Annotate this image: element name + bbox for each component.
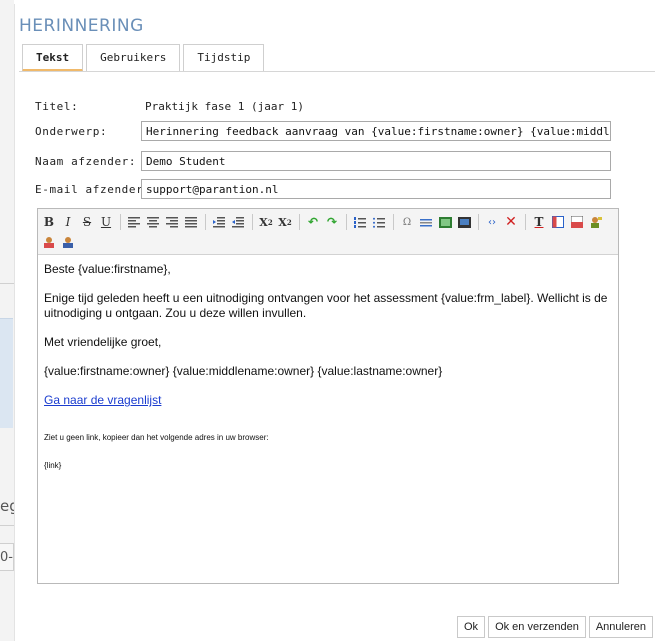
editor-content[interactable]: Beste {value:firstname}, Enige tijd gele… — [38, 256, 618, 583]
fallback-text: Ziet u geen link, kopieer dan het volgen… — [44, 433, 269, 442]
italic-icon[interactable]: I — [60, 214, 76, 230]
insert-person-icon[interactable] — [60, 234, 76, 250]
rich-text-editor: B I S U X2 X2 ↶ ↷ Ω ‹› ✕ T Beste {value:… — [37, 208, 619, 584]
outdent-icon[interactable] — [211, 214, 227, 230]
toolbar-separator — [120, 214, 121, 230]
insert-user-icon[interactable] — [588, 214, 604, 230]
tab-gebruikers[interactable]: Gebruikers — [86, 44, 181, 72]
onderwerp-row: Onderwerp: Herinnering feedback aanvraag… — [35, 121, 635, 143]
onderwerp-label: Onderwerp: — [35, 125, 108, 138]
superscript-icon[interactable]: X2 — [277, 214, 293, 230]
naam-afzender-label: Naam afzender: — [35, 155, 137, 168]
toolbar-separator — [478, 214, 479, 230]
bullet-list-icon[interactable] — [371, 214, 387, 230]
greeting-text: Beste {value:firstname}, — [44, 262, 171, 276]
strikethrough-icon[interactable]: S — [79, 214, 95, 230]
link-placeholder: {link} — [44, 461, 62, 470]
dialog-footer: Ok Ok en verzenden Annuleren — [454, 616, 653, 638]
image-icon[interactable] — [437, 214, 453, 230]
naam-afzender-row: Naam afzender: Demo Student — [35, 151, 635, 173]
media-icon[interactable] — [456, 214, 472, 230]
onderwerp-input[interactable]: Herinnering feedback aanvraag van {value… — [141, 121, 611, 141]
dialog-title: HERINNERING — [19, 16, 144, 36]
tab-divider — [19, 71, 655, 72]
indent-icon[interactable] — [230, 214, 246, 230]
tab-tijdstip[interactable]: Tijdstip — [183, 44, 265, 72]
background-button-text: 0- — [0, 550, 13, 565]
align-center-icon[interactable] — [145, 214, 161, 230]
underline-icon[interactable]: U — [98, 214, 114, 230]
closing-text: Met vriendelijke groet, — [44, 335, 162, 349]
special-char-icon[interactable]: Ω — [399, 214, 415, 230]
subscript-icon[interactable]: X2 — [258, 214, 274, 230]
align-left-icon[interactable] — [126, 214, 142, 230]
signature-text: {value:firstname:owner} {value:middlenam… — [44, 364, 443, 378]
undo-icon[interactable]: ↶ — [305, 214, 321, 230]
reminder-dialog: HERINNERING Tekst Gebruikers Tijdstip Ti… — [14, 4, 656, 641]
background-button-fragment: 0- — [0, 543, 14, 571]
email-afzender-input[interactable]: support@parantion.nl — [141, 179, 611, 199]
email-afzender-label: E-mail afzender: — [35, 183, 151, 196]
toolbar-separator — [525, 214, 526, 230]
background-divider — [0, 283, 14, 284]
questionnaire-link[interactable]: Ga naar de vragenlijst — [44, 393, 161, 407]
tab-tekst[interactable]: Tekst — [22, 44, 84, 72]
align-justify-icon[interactable] — [183, 214, 199, 230]
table-icon[interactable] — [550, 214, 566, 230]
titel-row: Titel: Praktijk fase 1 (jaar 1) — [35, 96, 635, 118]
toolbar-separator — [346, 214, 347, 230]
cancel-button[interactable]: Annuleren — [588, 616, 653, 638]
body-text: Enige tijd geleden heeft u een uitnodigi… — [44, 291, 608, 320]
background-divider — [0, 525, 14, 526]
source-code-icon[interactable]: ‹› — [484, 214, 500, 230]
insert-variable-icon[interactable] — [41, 234, 57, 250]
insert-field-icon[interactable] — [569, 214, 585, 230]
horizontal-rule-icon[interactable] — [418, 214, 434, 230]
toolbar-separator — [252, 214, 253, 230]
background-highlight-panel — [0, 318, 13, 428]
toolbar-row-1: B I S U X2 X2 ↶ ↷ Ω ‹› ✕ T — [41, 212, 607, 232]
ok-button[interactable]: Ok — [457, 616, 486, 638]
bold-icon[interactable]: B — [41, 214, 57, 230]
toolbar-separator — [393, 214, 394, 230]
toolbar-row-2 — [41, 232, 79, 252]
align-right-icon[interactable] — [164, 214, 180, 230]
tab-bar: Tekst Gebruikers Tijdstip — [22, 44, 267, 72]
text-color-icon[interactable]: T — [531, 214, 547, 230]
naam-afzender-input[interactable]: Demo Student — [141, 151, 611, 171]
ok-and-send-button[interactable]: Ok en verzenden — [488, 616, 586, 638]
toolbar-separator — [299, 214, 300, 230]
editor-toolbar: B I S U X2 X2 ↶ ↷ Ω ‹› ✕ T — [38, 209, 618, 255]
remove-format-icon[interactable]: ✕ — [503, 214, 519, 230]
toolbar-separator — [205, 214, 206, 230]
titel-value: Praktijk fase 1 (jaar 1) — [145, 100, 304, 113]
titel-label: Titel: — [35, 100, 79, 113]
ordered-list-icon[interactable] — [352, 214, 368, 230]
redo-icon[interactable]: ↷ — [324, 214, 340, 230]
email-afzender-row: E-mail afzender: support@parantion.nl — [35, 179, 635, 201]
